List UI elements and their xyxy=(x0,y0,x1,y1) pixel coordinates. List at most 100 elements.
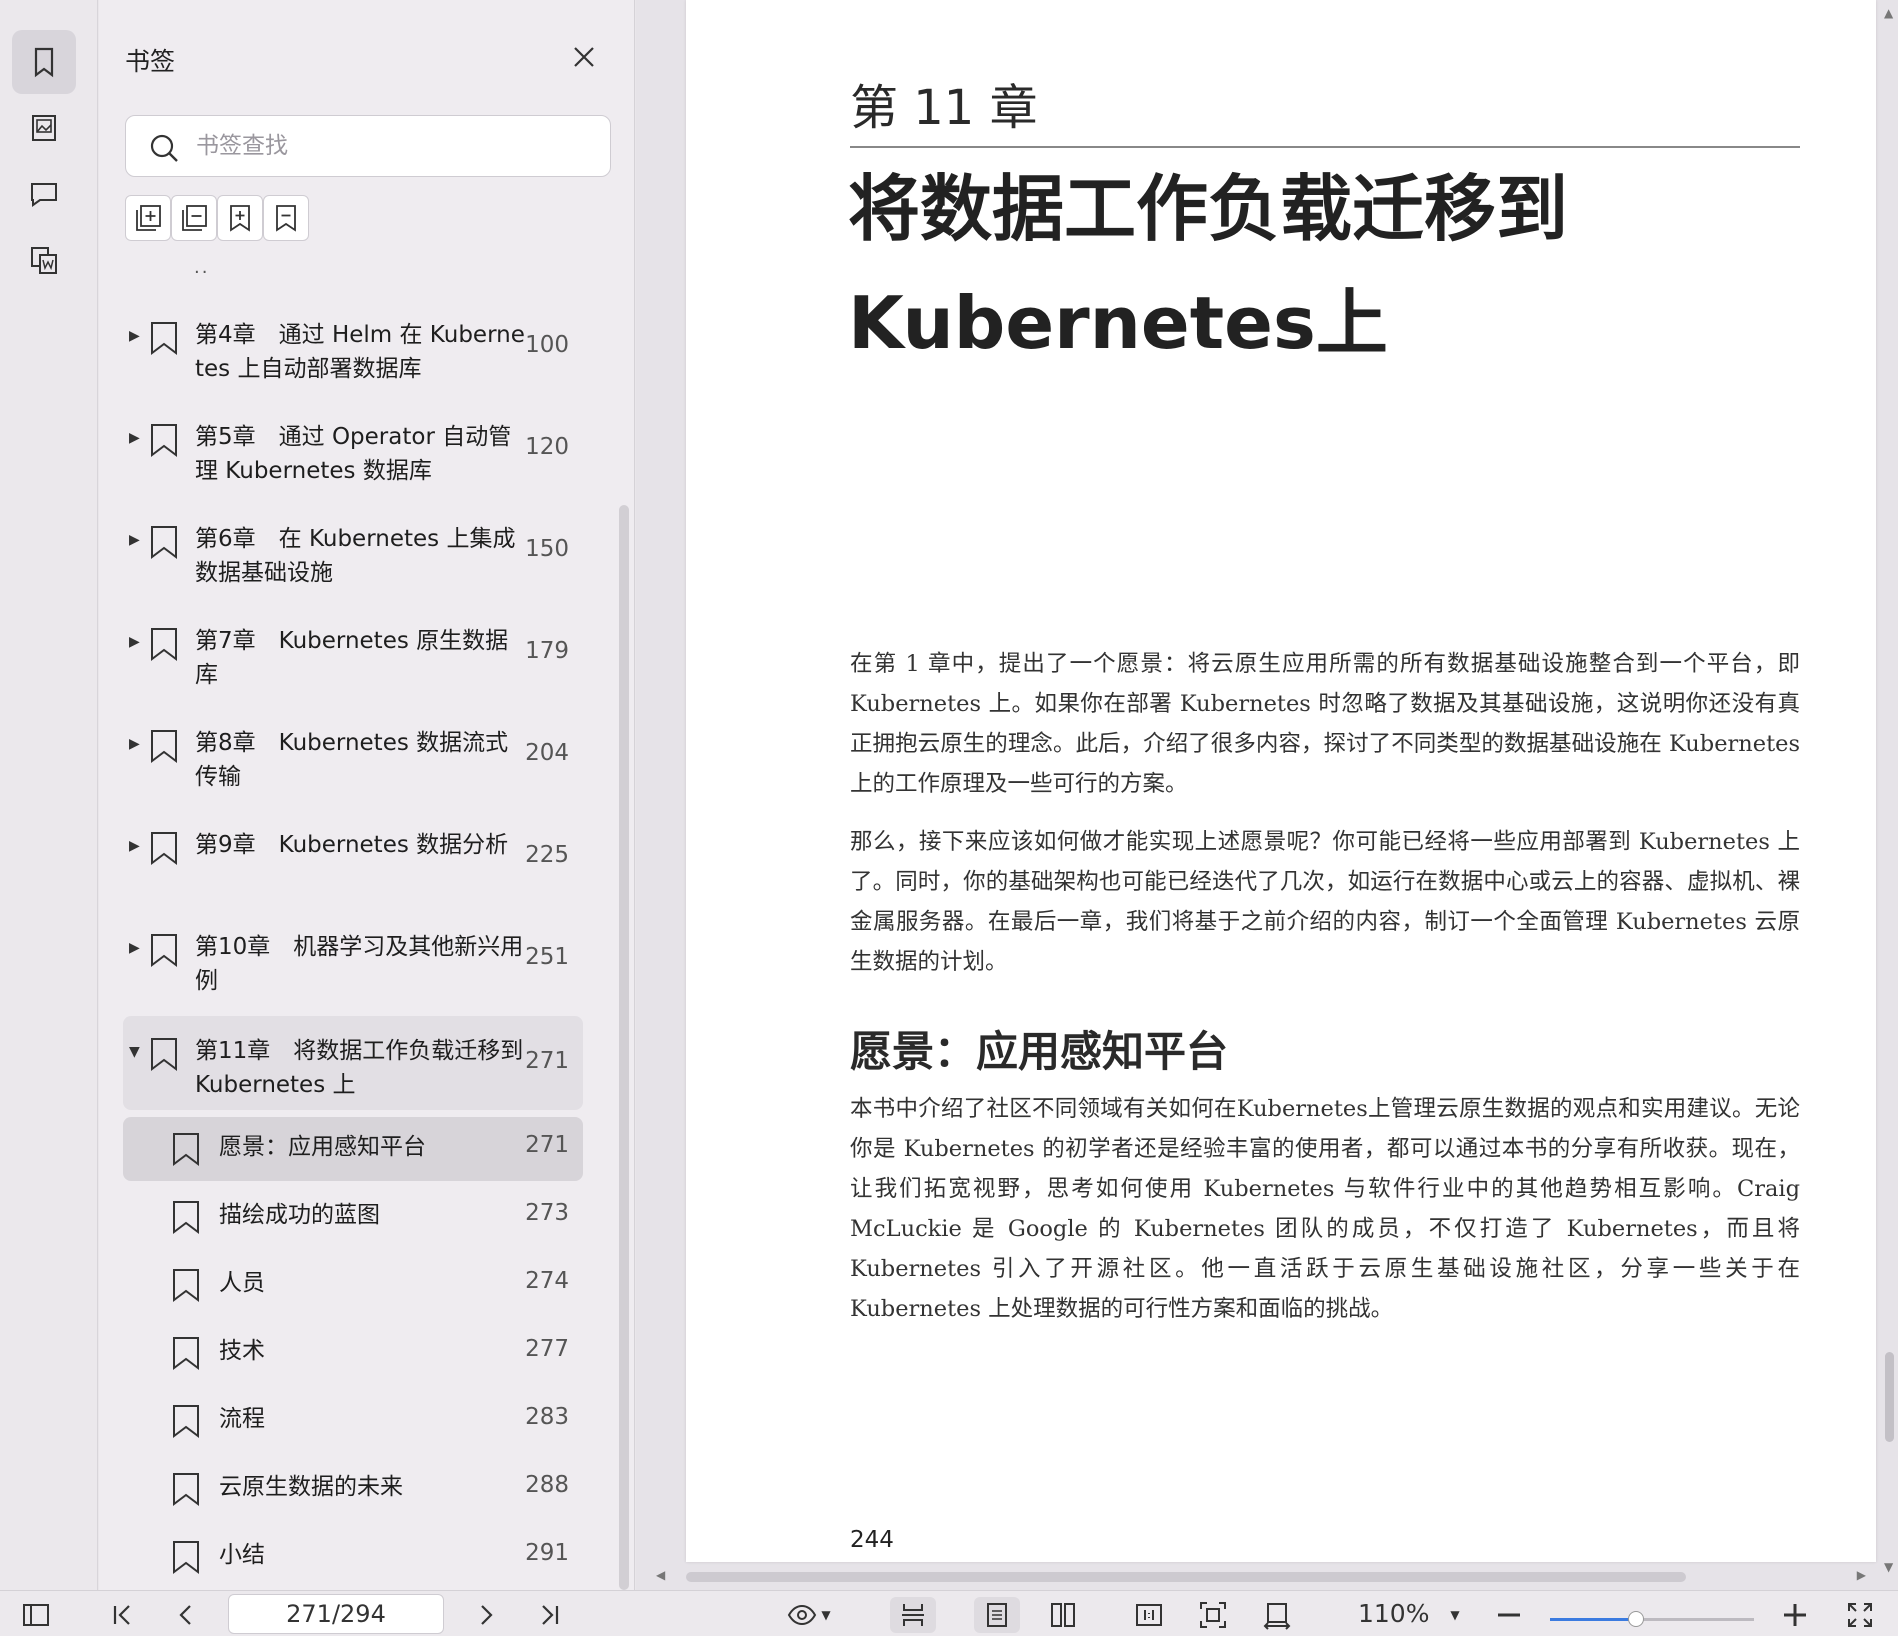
clipped-row-remnant: ·· xyxy=(194,262,210,283)
remove-bookmark-button[interactable] xyxy=(263,195,309,241)
expand-all-button[interactable] xyxy=(125,195,171,241)
pdf-page: 第 11 章 将数据工作负载迁移到 Kubernetes上 在第 1 章中，提出… xyxy=(686,0,1876,1562)
bookmark-label: 人员 xyxy=(219,1270,265,1296)
two-page-button[interactable] xyxy=(1040,1597,1086,1633)
bookmark-item[interactable]: ▶ 第4章 通过 Helm 在 Kubernetes 上自动部署数据库 100 xyxy=(123,300,583,394)
page-number-input[interactable]: 271/294 xyxy=(228,1594,444,1634)
bookmark-icon xyxy=(173,1201,199,1234)
bookmark-item[interactable]: ▶ 第10章 机器学习及其他新兴用例 251 xyxy=(123,912,583,1006)
bookmarks-tab-button[interactable] xyxy=(12,30,76,94)
bookmark-page: 179 xyxy=(525,638,569,664)
bookmark-item-expanded[interactable]: ▼ 第11章 将数据工作负载迁移到 Kubernetes 上 271 xyxy=(123,1016,583,1110)
actual-size-icon xyxy=(1136,1604,1162,1626)
bookmark-label: 第11章 将数据工作负载迁移到 Kubernetes 上 xyxy=(195,1038,531,1098)
bookmark-item[interactable]: ▶ 第6章 在 Kubernetes 上集成数据基础设施 150 xyxy=(123,504,583,598)
bookmark-label: 第8章 Kubernetes 数据流式传输 xyxy=(195,730,509,790)
search-icon xyxy=(150,134,178,162)
collapse-arrow-icon[interactable]: ▼ xyxy=(129,1044,140,1060)
zoom-slider[interactable] xyxy=(1550,1611,1754,1627)
sub-bookmark-item[interactable]: 云原生数据的未来 288 xyxy=(123,1457,583,1521)
bookmark-item[interactable]: ▶ 第9章 Kubernetes 数据分析 225 xyxy=(123,810,583,904)
continuous-scroll-button[interactable] xyxy=(890,1597,936,1633)
body-paragraph: 那么，接下来应该如何做才能实现上述愿景呢？你可能已经将一些应用部署到 Kuber… xyxy=(850,829,1800,975)
fullscreen-button[interactable] xyxy=(1842,1597,1878,1633)
bookmark-page: 271 xyxy=(525,1132,569,1158)
bookmark-icon xyxy=(173,1337,199,1370)
comment-icon xyxy=(31,183,57,207)
bookmark-page: 277 xyxy=(525,1336,569,1362)
zoom-slider-handle[interactable] xyxy=(1627,1611,1644,1627)
sub-bookmark-item[interactable]: 描绘成功的蓝图 273 xyxy=(123,1185,583,1249)
chapter-title-line2: Kubernetes上 xyxy=(848,281,1388,365)
bookmark-icon xyxy=(151,424,177,457)
bookmark-icon xyxy=(173,1405,199,1438)
sub-bookmark-item[interactable]: 技术 277 xyxy=(123,1321,583,1385)
vertical-scrollbar[interactable]: ▲ ▼ xyxy=(1881,0,1898,1575)
horizontal-scrollbar[interactable]: ◀ ▶ xyxy=(656,1568,1866,1584)
scroll-left-arrow-icon[interactable]: ◀ xyxy=(656,1568,665,1582)
collapse-all-button[interactable] xyxy=(171,195,217,241)
attachments-tab-button[interactable] xyxy=(12,228,76,292)
bookmark-label: 第7章 Kubernetes 原生数据库 xyxy=(195,628,509,688)
chapter-title-line1: 将数据工作负载迁移到 xyxy=(848,167,1569,251)
bookmark-icon xyxy=(151,526,177,559)
zoom-out-button[interactable] xyxy=(1494,1597,1524,1633)
expand-arrow-icon[interactable]: ▶ xyxy=(129,532,140,548)
fit-page-button[interactable] xyxy=(1190,1597,1236,1633)
zoom-in-button[interactable] xyxy=(1780,1597,1810,1633)
zoom-slider-fill xyxy=(1550,1618,1636,1621)
sidebar-toggle-icon xyxy=(23,1604,49,1626)
next-page-button[interactable] xyxy=(468,1597,504,1633)
single-page-icon xyxy=(987,1603,1007,1627)
bookmark-icon xyxy=(151,934,177,967)
continuous-scroll-icon xyxy=(902,1604,924,1626)
close-icon[interactable] xyxy=(569,42,599,72)
expand-arrow-icon[interactable]: ▶ xyxy=(129,838,140,854)
bookmark-page: 291 xyxy=(525,1540,569,1566)
remove-bookmark-icon xyxy=(276,205,296,232)
view-mode-button[interactable]: ▼ xyxy=(780,1597,838,1633)
bookmark-label: 云原生数据的未来 xyxy=(219,1474,403,1500)
zoom-level[interactable]: 110% xyxy=(1358,1599,1429,1628)
first-page-button[interactable] xyxy=(104,1597,140,1633)
add-bookmark-button[interactable] xyxy=(217,195,263,241)
section-heading: 愿景：应用感知平台 xyxy=(850,1027,1229,1076)
last-page-button[interactable] xyxy=(532,1597,568,1633)
bookmark-label: 第4章 通过 Helm 在 Kubernetes 上自动部署数据库 xyxy=(195,322,525,382)
bookmark-page: 225 xyxy=(525,842,569,868)
toggle-sidebar-button[interactable] xyxy=(18,1597,54,1633)
scroll-right-arrow-icon[interactable]: ▶ xyxy=(1857,1568,1866,1582)
single-page-button[interactable] xyxy=(974,1597,1020,1633)
expand-arrow-icon[interactable]: ▶ xyxy=(129,634,140,650)
expand-arrow-icon[interactable]: ▶ xyxy=(129,940,140,956)
fit-width-button[interactable] xyxy=(1254,1597,1300,1633)
expand-arrow-icon[interactable]: ▶ xyxy=(129,736,140,752)
expand-arrow-icon[interactable]: ▶ xyxy=(129,328,140,344)
bookmark-item[interactable]: ▶ 第7章 Kubernetes 原生数据库 179 xyxy=(123,606,583,700)
bookmark-icon xyxy=(151,730,177,763)
actual-size-button[interactable] xyxy=(1126,1597,1172,1633)
minus-icon xyxy=(1498,1613,1520,1617)
sub-bookmark-item[interactable]: 流程 283 xyxy=(123,1389,583,1453)
bookmark-page: 274 xyxy=(525,1268,569,1294)
vertical-scroll-thumb[interactable] xyxy=(1885,1352,1894,1442)
panel-scrollbar[interactable] xyxy=(619,505,629,1590)
sub-bookmark-item[interactable]: 小结 291 xyxy=(123,1525,583,1589)
bookmark-label: 愿景：应用感知平台 xyxy=(219,1134,426,1160)
sub-bookmark-item[interactable]: 人员 274 xyxy=(123,1253,583,1317)
add-bookmark-icon xyxy=(230,205,250,232)
comments-tab-button[interactable] xyxy=(12,162,76,226)
sub-bookmark-item-selected[interactable]: 愿景：应用感知平台 271 xyxy=(123,1117,583,1181)
previous-page-button[interactable] xyxy=(168,1597,204,1633)
horizontal-scroll-thumb[interactable] xyxy=(686,1572,1686,1582)
thumbnails-tab-button[interactable] xyxy=(12,96,76,160)
bookmark-item[interactable]: ▶ 第5章 通过 Operator 自动管理 Kubernetes 数据库 12… xyxy=(123,402,583,496)
expand-arrow-icon[interactable]: ▶ xyxy=(129,430,140,446)
scroll-down-arrow-icon[interactable]: ▼ xyxy=(1884,1560,1893,1574)
bookmark-icon xyxy=(173,1473,199,1506)
zoom-dropdown-button[interactable]: ▼ xyxy=(1440,1597,1470,1633)
scroll-up-arrow-icon[interactable]: ▲ xyxy=(1884,6,1893,20)
search-input[interactable] xyxy=(196,126,596,166)
chevron-left-icon xyxy=(179,1605,191,1625)
bookmark-item[interactable]: ▶ 第8章 Kubernetes 数据流式传输 204 xyxy=(123,708,583,802)
